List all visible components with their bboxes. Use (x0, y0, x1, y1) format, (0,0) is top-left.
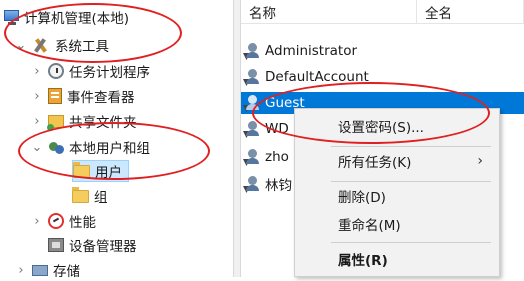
menu-item-label: 所有任务(K) (338, 155, 412, 171)
pane-splitter[interactable] (233, 0, 241, 277)
menu-item-properties[interactable]: 属性(R) (295, 246, 499, 272)
user-name: WD (265, 121, 289, 137)
menu-separator (331, 181, 491, 182)
tree-item-performance[interactable]: › 性能 (30, 210, 96, 232)
user-name: Administrator (265, 43, 358, 59)
chevron-right-icon[interactable]: › (30, 64, 44, 79)
user-name: 林钧 (265, 178, 292, 194)
tree-root-label: 计算机管理(本地) (24, 11, 130, 27)
tree-item-shared-folders[interactable]: › 共享文件夹 (30, 110, 137, 132)
menu-item-set-password[interactable]: 设置密码(S)... (295, 113, 499, 139)
menu-item-rename[interactable]: 重命名(M) (295, 211, 499, 237)
tree-item-groups[interactable]: 组 (72, 185, 108, 207)
storage-icon (32, 264, 48, 276)
user-icon (245, 149, 261, 165)
tree-item-storage[interactable]: › 存储 (14, 259, 80, 281)
tree-item-task-scheduler[interactable]: › 任务计划程序 (30, 60, 150, 82)
tree-item-system-tools[interactable]: ⌄ 系统工具 (14, 34, 109, 56)
chevron-right-icon[interactable]: › (14, 263, 28, 278)
tree-item-label: 设备管理器 (69, 239, 137, 255)
tree-item-label: 组 (94, 190, 108, 206)
user-icon (245, 43, 261, 59)
user-icon (245, 95, 261, 111)
users-group-icon (48, 139, 64, 155)
user-name: DefaultAccount (265, 69, 369, 85)
chevron-right-icon[interactable]: › (30, 89, 44, 104)
tree-item-users[interactable]: 用户 (72, 160, 129, 182)
shared-folder-icon (47, 114, 64, 131)
menu-separator (331, 146, 491, 147)
column-header-fullname[interactable]: 全名 (417, 0, 524, 24)
tree-item-label: 用户 (95, 165, 122, 181)
folder-icon (73, 161, 90, 178)
performance-icon (48, 213, 64, 229)
clock-icon (48, 63, 64, 79)
tree-item-local-users-groups[interactable]: ⌄ 本地用户和组 (30, 136, 150, 158)
column-header-name[interactable]: 名称 (241, 0, 417, 24)
tree-item-label: 任务计划程序 (69, 65, 150, 81)
tree-item-label: 共享文件夹 (69, 115, 137, 131)
chevron-down-icon[interactable]: ⌄ (14, 38, 28, 53)
user-name: zho (265, 149, 289, 165)
tools-icon (32, 36, 50, 54)
computer-icon (4, 9, 19, 25)
event-log-icon (48, 88, 62, 104)
user-icon (245, 176, 261, 192)
tree-root-computer-management[interactable]: 计算机管理(本地) (4, 6, 129, 28)
device-manager-icon (48, 238, 64, 252)
tree-item-label: 存储 (53, 264, 80, 280)
context-menu: 设置密码(S)... 所有任务(K) › 删除(D) 重命名(M) 属性(R) (294, 108, 500, 277)
chevron-right-icon[interactable]: › (30, 114, 44, 129)
chevron-right-icon[interactable]: › (30, 214, 44, 229)
folder-icon (72, 186, 89, 203)
list-item-user[interactable]: DefaultAccount (241, 66, 524, 88)
tree-item-label: 系统工具 (55, 39, 109, 55)
chevron-down-icon[interactable]: ⌄ (30, 140, 44, 155)
menu-separator (331, 242, 491, 243)
tree-item-label: 本地用户和组 (69, 141, 150, 157)
console-tree: 计算机管理(本地) ⌄ 系统工具 › 任务计划程序 › 事件查看器 › 共享文件… (0, 0, 233, 280)
tree-item-label: 事件查看器 (67, 90, 135, 106)
menu-item-all-tasks[interactable]: 所有任务(K) › (295, 148, 499, 174)
tree-item-event-viewer[interactable]: › 事件查看器 (30, 85, 135, 107)
submenu-arrow-icon: › (477, 153, 483, 169)
user-icon (245, 121, 261, 137)
tree-item-device-manager[interactable]: 设备管理器 (48, 234, 137, 256)
user-icon (245, 69, 261, 85)
tree-item-label: 性能 (69, 215, 96, 231)
list-item-user[interactable]: Administrator (241, 40, 524, 62)
menu-item-delete[interactable]: 删除(D) (295, 183, 499, 209)
